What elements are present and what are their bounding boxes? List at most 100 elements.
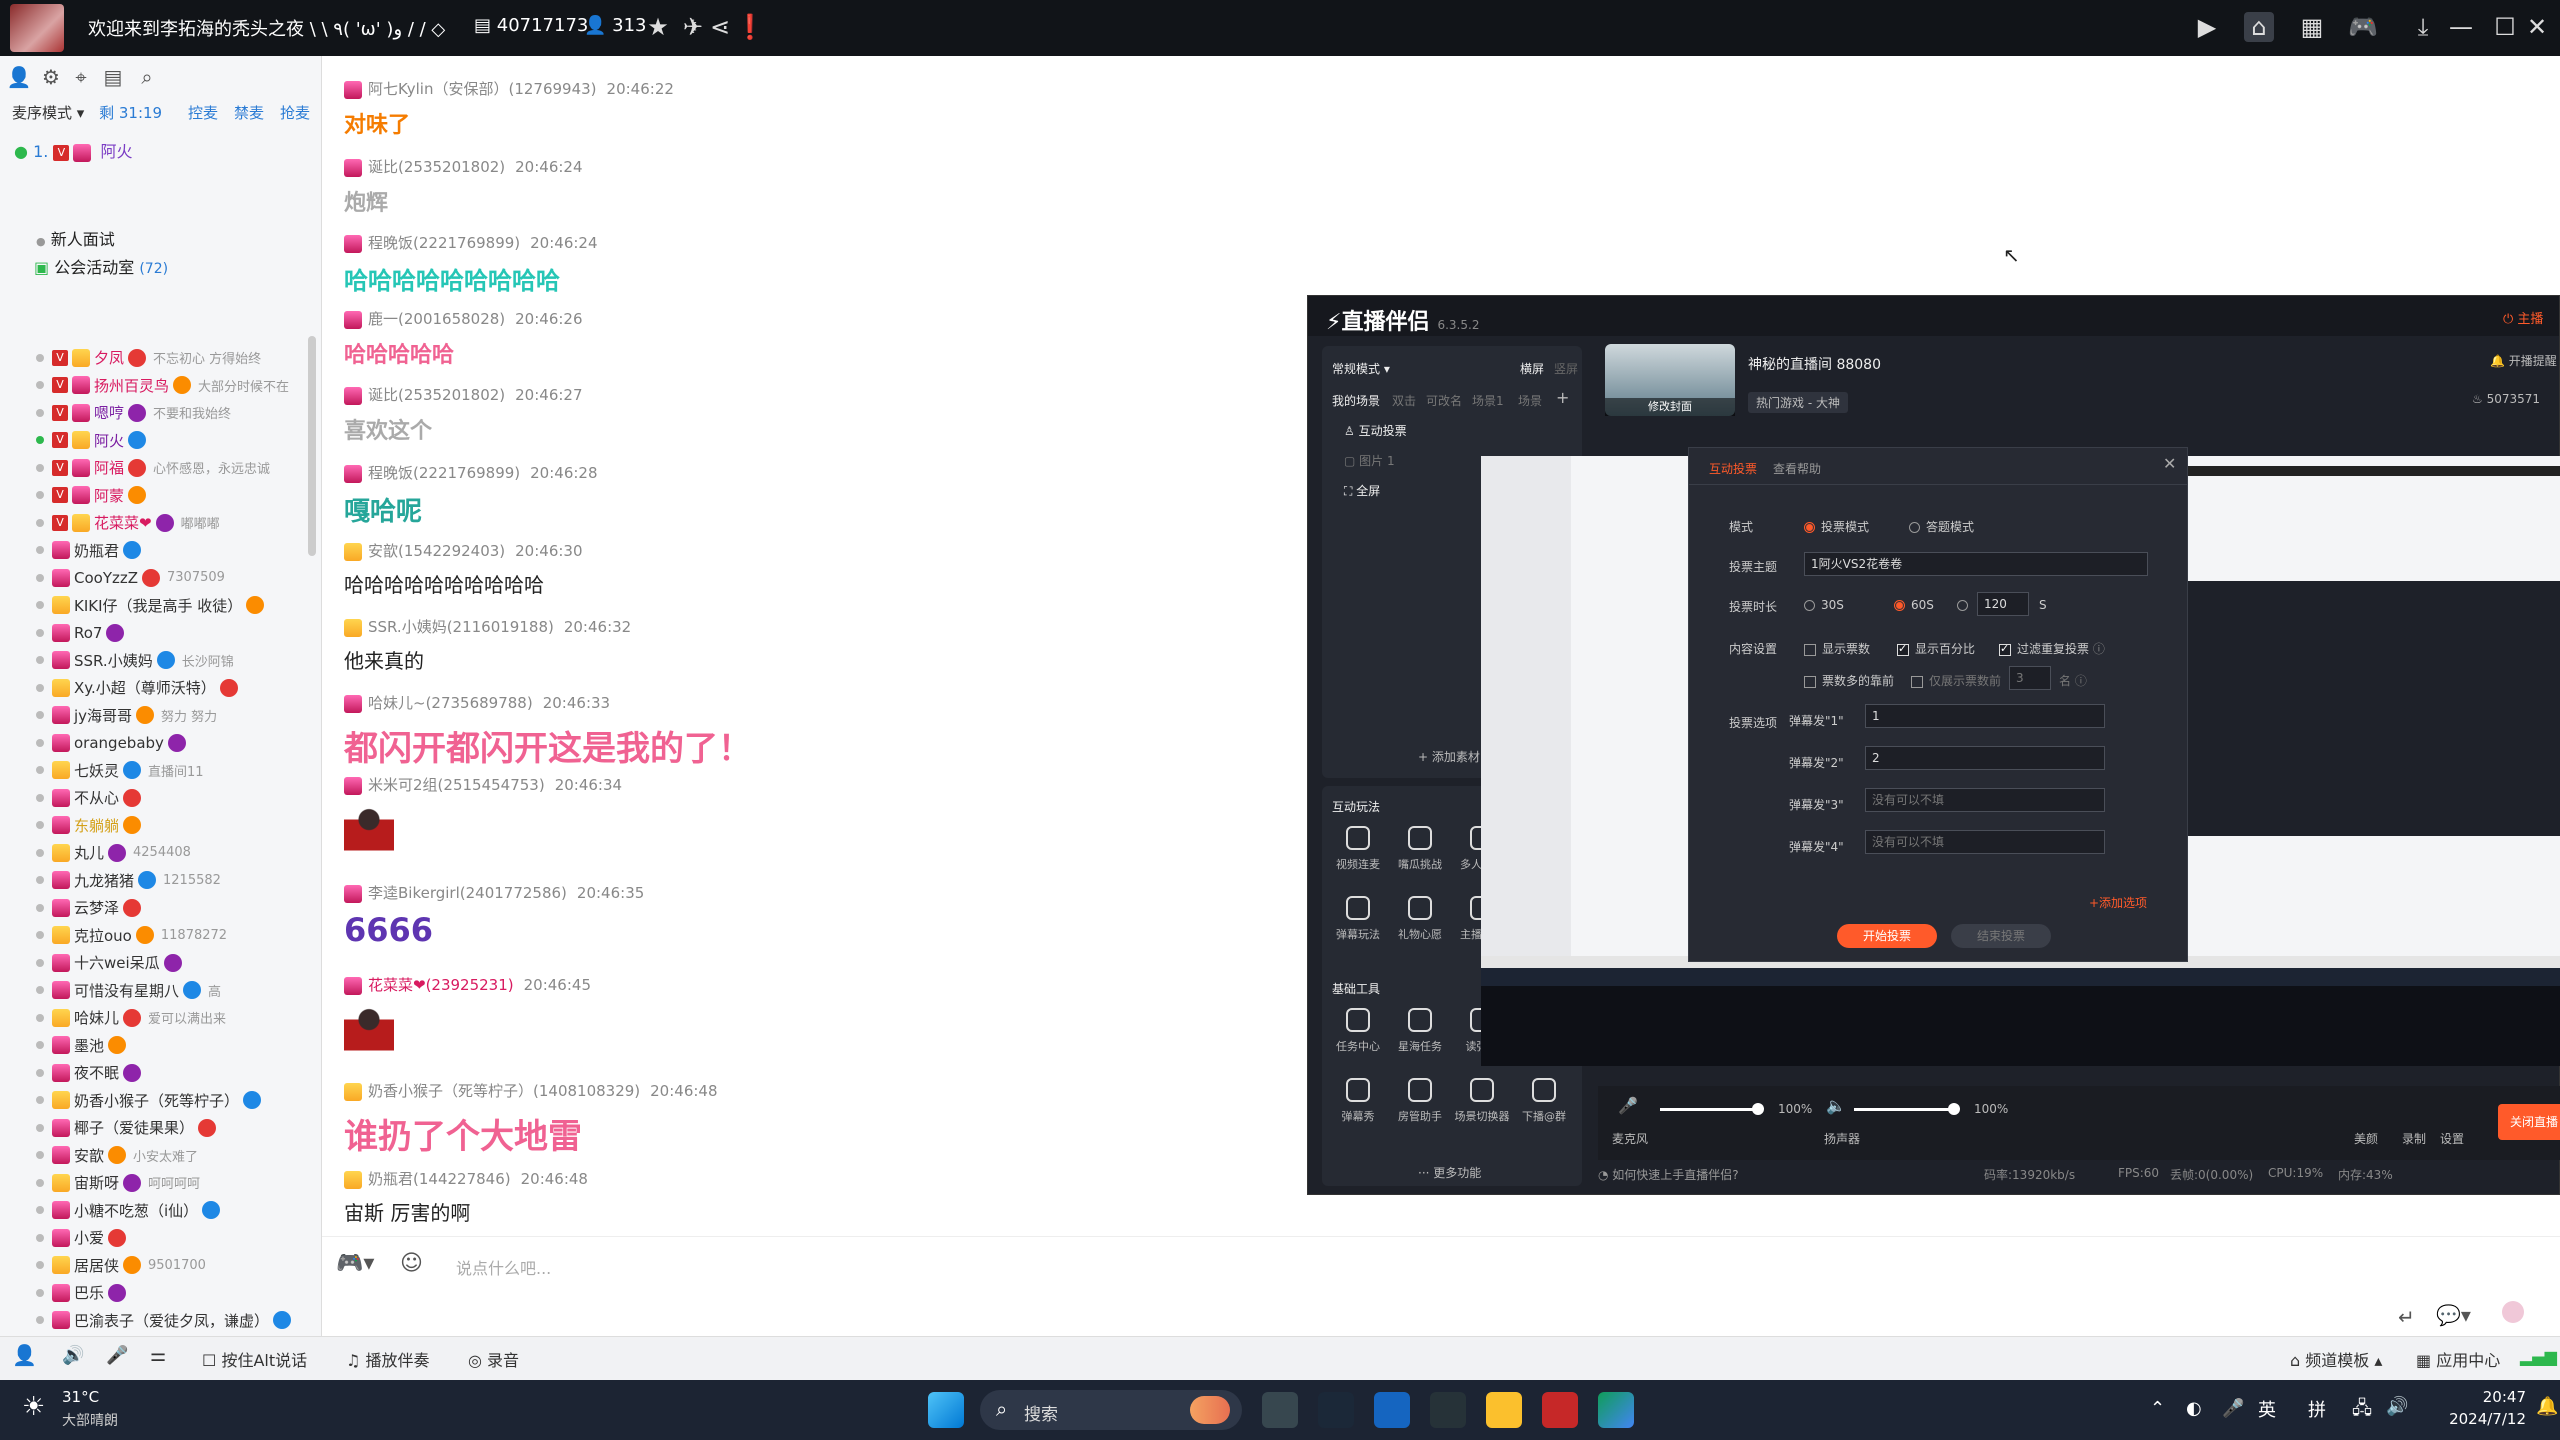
member-item[interactable]: 墨池 bbox=[36, 1032, 316, 1060]
member-item[interactable]: CooYzzZ 7307509 bbox=[36, 564, 316, 592]
ime-lang[interactable]: 英 bbox=[2258, 1396, 2276, 1422]
member-item[interactable]: 安歆 小安太难了 bbox=[36, 1142, 316, 1170]
tool-item[interactable]: 视频连麦 bbox=[1328, 826, 1388, 872]
chat-message[interactable]: SSR.小姨妈(2116019188) 20:46:32 他来真的 bbox=[344, 616, 631, 674]
member-item[interactable]: Ro7 bbox=[36, 619, 316, 647]
guild-icon[interactable]: ⚙ bbox=[38, 64, 64, 90]
member-item[interactable]: 可惜没有星期八 高 bbox=[36, 977, 316, 1005]
member-item[interactable]: V 花菜菜❤ 嘟嘟嘟 bbox=[36, 509, 316, 537]
sort-by-votes-checkbox[interactable]: 票数多的靠前 bbox=[1804, 672, 1894, 689]
mic-slider-knob[interactable] bbox=[1752, 1103, 1764, 1115]
message-username[interactable]: 鹿一(2001658028) bbox=[368, 310, 505, 328]
option-input[interactable]: 1 bbox=[1865, 704, 2105, 728]
add-material-button[interactable]: + 添加素材 bbox=[1418, 748, 1480, 765]
chat-message[interactable]: 李逵Bikergirl(2401772586) 20:46:35 6666 bbox=[344, 882, 644, 949]
network-icon[interactable]: 🖧 bbox=[2352, 1396, 2372, 1426]
member-item[interactable]: 不从心 bbox=[36, 784, 316, 812]
mic-volume-slider[interactable] bbox=[1660, 1108, 1760, 1111]
video-icon[interactable]: ▶ bbox=[2192, 12, 2222, 42]
gamepad-icon[interactable]: 🎮▾ bbox=[336, 1251, 374, 1276]
start-icon[interactable] bbox=[928, 1392, 964, 1428]
mode-select[interactable]: 常规模式 ▾ bbox=[1332, 360, 1390, 377]
top-n-checkbox[interactable]: 仅展示票数前 bbox=[1911, 672, 2001, 689]
member-item[interactable]: V 阿蒙 bbox=[36, 482, 316, 510]
maximize-icon[interactable]: ☐ bbox=[2490, 12, 2520, 42]
tab-help[interactable]: 查看帮助 bbox=[1773, 460, 1821, 477]
mic-queue-item[interactable]: ● 1. V 阿火 bbox=[14, 138, 133, 162]
help-link[interactable]: ◔ 如何快速上手直播伴侣? bbox=[1598, 1166, 1739, 1183]
add-option-button[interactable]: +添加选项 bbox=[2089, 894, 2147, 911]
duration-custom-input[interactable]: 120 bbox=[1977, 592, 2029, 616]
room-category[interactable]: 热门游戏 - 大神 bbox=[1748, 392, 1848, 413]
mic-mode[interactable]: 麦序模式 ▾ 剩 31:19 bbox=[12, 102, 162, 123]
member-item[interactable]: 居居侠 9501700 bbox=[36, 1252, 316, 1280]
report-icon[interactable]: ❗ bbox=[735, 12, 765, 42]
scene-item-vote[interactable]: ♙ 互动投票 bbox=[1344, 422, 1407, 439]
search-icon[interactable]: ⌕ bbox=[134, 64, 160, 90]
chat-message[interactable]: 花菜菜❤(23925231) 20:46:45 bbox=[344, 974, 591, 1063]
message-username[interactable]: 哈妹儿~(2735689788) bbox=[368, 694, 533, 712]
chat-message[interactable]: 哈妹儿~(2735689788) 20:46:33 都闪开都闪开这是我的了！ bbox=[344, 692, 752, 770]
member-item[interactable]: 巴渝表子（爱徒夕凤，谦虚） bbox=[36, 1307, 316, 1335]
scene-tab-mine[interactable]: 我的场景 bbox=[1332, 392, 1380, 409]
star-icon[interactable]: ★ bbox=[643, 12, 673, 42]
chat-message[interactable]: 鹿一(2001658028) 20:46:26 哈哈哈哈哈 bbox=[344, 308, 583, 369]
chat-message[interactable]: 奶香小猴子（死等柠子）(1408108329) 20:46:48 谁扔了个大地雷 bbox=[344, 1080, 718, 1158]
gift-icon[interactable] bbox=[2502, 1301, 2524, 1323]
tab-vote[interactable]: 互动投票 bbox=[1709, 460, 1757, 477]
edit-cover-button[interactable]: 修改封面 bbox=[1605, 398, 1735, 416]
record-button[interactable]: 录制 bbox=[2402, 1130, 2426, 1147]
message-username[interactable]: 阿七Kylin（安保部）(12769943) bbox=[368, 80, 597, 98]
host-label[interactable]: ⏻ 主播 bbox=[2503, 308, 2543, 327]
scene-tab-2[interactable]: 双击 bbox=[1392, 392, 1416, 409]
member-item[interactable]: KIKI仔（我是高手 收徒） bbox=[36, 592, 316, 620]
send-icon[interactable]: ↵ bbox=[2398, 1305, 2415, 1329]
chat-input[interactable]: 说点什么吧... bbox=[456, 1255, 551, 1279]
sidebar-scrollbar[interactable] bbox=[308, 336, 316, 556]
home-icon[interactable]: ⌂ bbox=[2244, 12, 2274, 42]
member-item[interactable]: 小糖不吃葱（i仙） bbox=[36, 1197, 316, 1225]
steam-icon[interactable] bbox=[1318, 1392, 1354, 1428]
k-app-icon[interactable] bbox=[1374, 1392, 1410, 1428]
member-item[interactable]: V 夕凤 不忘初心 方得始终 bbox=[36, 344, 316, 372]
tool-item[interactable]: 弹幕玩法 bbox=[1328, 896, 1388, 942]
tool-item[interactable]: 嘴瓜挑战 bbox=[1390, 826, 1450, 872]
chevron-up-icon[interactable]: ⌃ bbox=[2150, 1398, 2165, 1419]
scene-tab-5[interactable]: 场景 bbox=[1518, 392, 1542, 409]
top-n-input[interactable]: 3 bbox=[2009, 666, 2051, 690]
info-icon[interactable]: ⓘ bbox=[2093, 642, 2105, 656]
member-item[interactable]: 椰子（爱徒果果） bbox=[36, 1114, 316, 1142]
option-input[interactable]: 没有可以不填 bbox=[1865, 788, 2105, 812]
weather-temp[interactable]: 31°C bbox=[62, 1388, 99, 1406]
member-item[interactable]: 九龙猪猪 1215582 bbox=[36, 867, 316, 895]
settings-button[interactable]: 设置 bbox=[2440, 1130, 2464, 1147]
ban-mic-button[interactable]: 禁麦 bbox=[234, 102, 264, 123]
message-username[interactable]: 奶瓶君(144227846) bbox=[368, 1170, 511, 1188]
member-item[interactable]: Xy.小超（尊师沃特） bbox=[36, 674, 316, 702]
mode-vote-radio[interactable]: 投票模式 bbox=[1804, 518, 1869, 535]
member-item[interactable]: V 阿福 心怀感恩，永远忠诚 bbox=[36, 454, 316, 482]
member-item[interactable]: 夜不眠 bbox=[36, 1059, 316, 1087]
record[interactable]: ◎ 录音 bbox=[468, 1347, 519, 1371]
message-username[interactable]: SSR.小姨妈(2116019188) bbox=[368, 618, 554, 636]
message-username[interactable]: 奶香小猴子（死等柠子）(1408108329) bbox=[368, 1082, 640, 1100]
beauty-button[interactable]: 美颜 bbox=[2354, 1130, 2378, 1147]
tool-item[interactable]: 下播@群 bbox=[1514, 1078, 1574, 1124]
mixer-icon[interactable]: ⚌ bbox=[150, 1345, 166, 1366]
message-username[interactable]: 安歆(1542292403) bbox=[368, 542, 505, 560]
more-functions-button[interactable]: ··· 更多功能 bbox=[1418, 1164, 1481, 1181]
mic-icon[interactable]: 🎤 bbox=[2222, 1398, 2244, 1419]
scene-item-fullscreen[interactable]: ⛶ 全屏 bbox=[1344, 482, 1380, 499]
channel-template[interactable]: ⌂ 频道模板 ▴ bbox=[2290, 1347, 2382, 1371]
add-scene-icon[interactable]: + bbox=[1556, 388, 1569, 407]
location-icon[interactable]: ⌖ bbox=[68, 64, 94, 90]
message-username[interactable]: 诞比(2535201802) bbox=[368, 158, 505, 176]
taskbar-search[interactable]: ⌕ 搜索 bbox=[980, 1390, 1242, 1430]
member-item[interactable]: 哈妹儿 爱可以满出来 bbox=[36, 1004, 316, 1032]
message-username[interactable]: 李逵Bikergirl(2401772586) bbox=[368, 884, 567, 902]
chat-message[interactable]: 阿七Kylin（安保部）(12769943) 20:46:22 对味了 bbox=[344, 78, 674, 139]
app-icon-1[interactable] bbox=[1262, 1392, 1298, 1428]
grab-mic-button[interactable]: 抢麦 bbox=[280, 102, 310, 123]
user-status-icon[interactable]: 👤 bbox=[12, 1343, 37, 1367]
landscape-toggle[interactable]: 横屏 bbox=[1520, 360, 1544, 377]
